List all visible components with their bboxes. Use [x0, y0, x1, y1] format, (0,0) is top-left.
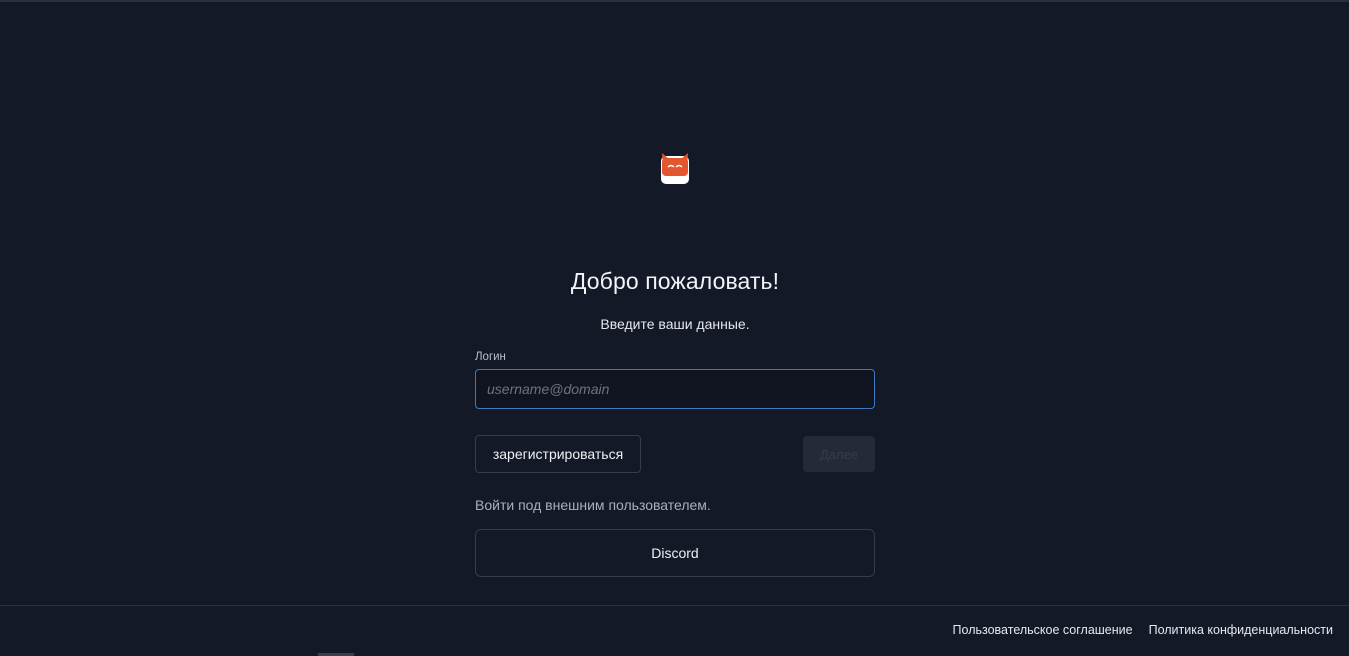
footer-links: Пользовательское соглашение Политика кон… — [953, 623, 1333, 637]
page-subtitle: Введите ваши данные. — [600, 316, 750, 332]
login-label: Логин — [475, 351, 506, 363]
privacy-policy-link[interactable]: Политика конфиденциальности — [1149, 623, 1333, 637]
fox-icon — [659, 152, 691, 186]
top-border — [0, 0, 1349, 2]
register-button[interactable]: зарегистрироваться — [475, 435, 641, 473]
external-login-text: Войти под внешним пользователем. — [475, 497, 711, 513]
next-button[interactable]: Далее — [803, 436, 875, 472]
footer: Пользовательское соглашение Политика кон… — [0, 605, 1349, 656]
login-input[interactable] — [475, 369, 875, 409]
user-agreement-link[interactable]: Пользовательское соглашение — [953, 623, 1133, 637]
discord-login-button[interactable]: Discord — [475, 529, 875, 577]
page-title: Добро пожаловать! — [570, 268, 780, 294]
